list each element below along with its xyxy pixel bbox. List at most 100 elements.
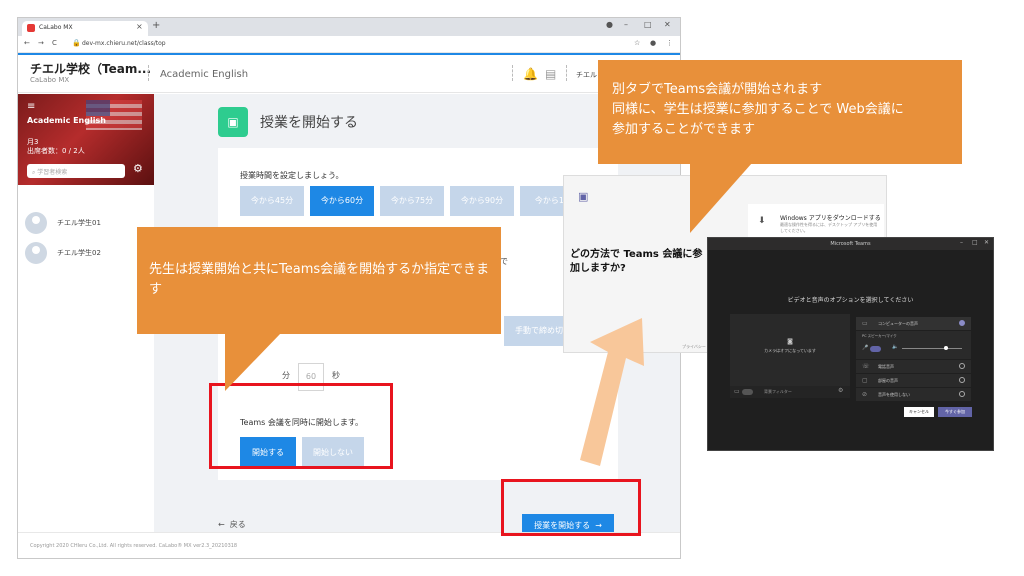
camera-toggle[interactable] — [742, 389, 753, 395]
student-name: チエル学生01 — [57, 219, 101, 227]
teams-logo-icon: ▣ — [578, 190, 589, 203]
monitor-icon: ▭ — [862, 320, 868, 327]
school-name[interactable]: チエル学校（Team... — [30, 60, 151, 77]
teacher-callout: 先生は授業開始と共にTeams会議を開始するか指定できます — [137, 227, 501, 334]
settings-gear-icon[interactable]: ⚙ — [838, 387, 843, 394]
student-search-input[interactable]: ⌕ 学習者検索 — [27, 164, 125, 178]
audio-option-none[interactable]: ⊘ 音声を使用しない — [856, 388, 971, 401]
bell-icon[interactable]: 🔔 — [523, 67, 538, 81]
mic-toggle[interactable] — [870, 346, 881, 352]
flag-canton — [86, 100, 110, 116]
audio-option-label: 電話音声 — [878, 364, 894, 369]
radio-button[interactable] — [959, 377, 965, 383]
minute-unit: 分 — [282, 371, 290, 380]
forward-icon[interactable]: → — [38, 39, 44, 47]
back-arrow-icon: ← — [218, 520, 225, 529]
teams-title: Microsoft Teams — [708, 238, 993, 250]
app-header: チエル学校（Team... CaLabo MX Academic English… — [18, 53, 680, 93]
video-controls: ▭ 背景フィルター ⚙ — [730, 386, 850, 398]
gear-icon[interactable]: ⚙ — [133, 162, 143, 175]
audio-option-phone[interactable]: ☏ 電話音声 — [856, 360, 971, 373]
audio-device-panel: PC スピーカー/マイク 🎤 🔈 — [856, 331, 971, 359]
course-banner: ≡ Academic English 月3 出席者数：0 / 2人 ⌕ 学習者検… — [18, 94, 154, 185]
lock-icon: 🔒 — [72, 39, 81, 47]
attendance-count: 出席者数：0 / 2人 — [27, 147, 85, 155]
radio-button[interactable] — [959, 391, 965, 397]
time-option-75[interactable]: 今から75分 — [380, 186, 444, 216]
volume-knob[interactable] — [944, 346, 948, 350]
mute-icon: ⊘ — [862, 391, 868, 398]
join-now-button[interactable]: 今すぐ参加 — [938, 407, 972, 417]
user-name[interactable]: チエル — [576, 70, 597, 80]
download-subtitle: 最適な操作性を得るには、デスクトップ アプリを使用してください。 — [780, 222, 878, 233]
audio-option-computer[interactable]: ▭ コンピューターの音声 — [856, 317, 971, 330]
banner-course-name: Academic English — [27, 116, 106, 125]
teams-callout-line3: 参加することができます — [612, 122, 756, 137]
back-link[interactable]: ← 戻る — [218, 519, 246, 530]
course-title: Academic English — [160, 69, 249, 80]
favicon-icon — [27, 24, 35, 32]
av-prompt: ビデオと音声のオプションを選択してください — [787, 297, 914, 304]
time-option-45[interactable]: 今から45分 — [240, 186, 304, 216]
address-bar: ← → C 🔒 dev-mx.chieru.net/class/top ☆ ● … — [18, 36, 680, 53]
minimize-icon[interactable]: – — [624, 20, 628, 29]
up-arrow-graphic — [580, 318, 644, 466]
header-divider — [148, 65, 149, 81]
tab-title: CaLabo MX — [39, 24, 73, 31]
teams-maximize-icon[interactable]: □ — [972, 239, 978, 246]
download-title: Windows アプリをダウンロードする — [780, 215, 881, 222]
back-label: 戻る — [229, 520, 246, 529]
new-tab-button[interactable]: + — [152, 20, 160, 31]
page-title: 授業を開始する — [260, 115, 358, 131]
bookmark-star-icon[interactable]: ☆ — [634, 39, 640, 47]
hamburger-menu-icon[interactable]: ≡ — [27, 101, 35, 112]
highlight-teams-option — [209, 383, 393, 469]
close-window-icon[interactable]: ✕ — [664, 20, 671, 29]
avatar — [25, 212, 47, 234]
profile-icon[interactable]: ● — [606, 20, 613, 29]
close-tab-icon[interactable]: × — [136, 22, 143, 31]
tab-bar: CaLabo MX × + ● – □ ✕ — [18, 18, 680, 36]
header-divider — [512, 65, 513, 81]
bg-filter-label[interactable]: 背景フィルター — [764, 389, 792, 395]
teacher-callout-pointer — [225, 333, 281, 391]
footer: Copyright 2020 CHIeru Co.,Ltd. All right… — [18, 532, 680, 558]
time-question: 授業時間を設定しましょう。 — [240, 171, 344, 180]
teams-callout: 別タブでTeams会議が開始されます 同様に、学生は授業に参加することで Web… — [598, 60, 962, 164]
search-placeholder: 学習者検索 — [37, 169, 68, 176]
time-option-90[interactable]: 今から90分 — [450, 186, 514, 216]
student-item[interactable]: チエル学生01 — [25, 210, 149, 236]
teams-window: Microsoft Teams – □ ✕ ビデオと音声のオプションを選択してく… — [707, 237, 994, 451]
search-icon: ⌕ — [32, 169, 36, 176]
maximize-icon[interactable]: □ — [644, 20, 652, 29]
teams-close-icon[interactable]: ✕ — [984, 239, 989, 246]
teams-callout-pointer — [690, 163, 752, 233]
volume-slider[interactable] — [902, 348, 962, 349]
reload-icon[interactable]: C — [52, 39, 57, 47]
arrow-shape — [580, 318, 644, 466]
partial-text: で — [500, 257, 508, 266]
teams-minimize-icon[interactable]: – — [960, 239, 963, 246]
audio-option-room[interactable]: ▢ 部屋の音声 — [856, 374, 971, 387]
url-field[interactable]: dev-mx.chieru.net/class/top — [82, 40, 166, 47]
download-icon: ⬇ — [758, 216, 766, 226]
sidebar: ≡ Academic English 月3 出席者数：0 / 2人 ⌕ 学習者検… — [18, 94, 154, 532]
document-icon[interactable]: ▤ — [545, 67, 556, 81]
room-icon: ▢ — [862, 377, 868, 384]
teams-callout-line2: 同様に、学生は授業に参加することで Web会議に — [612, 102, 904, 117]
menu-dots-icon[interactable]: ⋮ — [666, 39, 673, 47]
back-icon[interactable]: ← — [24, 39, 30, 47]
school-sub: CaLabo MX — [30, 76, 70, 84]
browser-tab[interactable]: CaLabo MX × — [22, 21, 148, 36]
account-icon[interactable]: ● — [650, 39, 656, 47]
camera-off-text: カメラはオフになっています — [764, 348, 816, 353]
audio-option-label: コンピューターの音声 — [878, 321, 918, 326]
time-option-60[interactable]: 今から60分 — [310, 186, 374, 216]
radio-button[interactable] — [959, 363, 965, 369]
privacy-link[interactable]: プライバシー — [682, 344, 706, 350]
radio-button[interactable] — [959, 320, 965, 326]
speaker-icon: 🔈 — [892, 344, 899, 350]
student-item[interactable]: チエル学生02 — [25, 240, 149, 266]
cancel-button[interactable]: キャンセル — [904, 407, 934, 417]
mic-icon: 🎤 — [862, 345, 869, 351]
